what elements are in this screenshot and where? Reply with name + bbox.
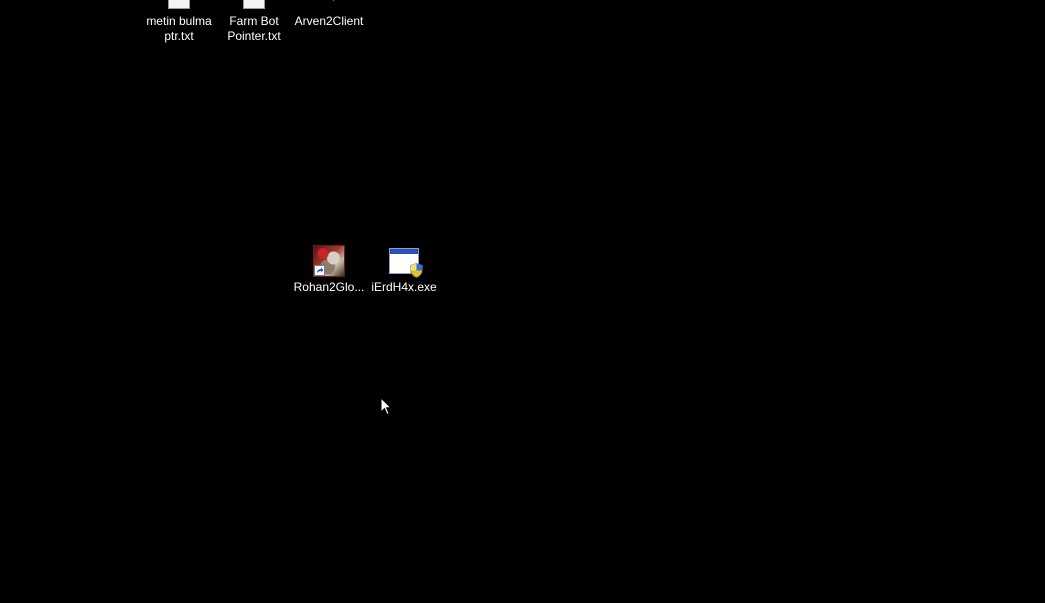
exe-shield-icon [387, 244, 423, 278]
desktop-icon-rohan2global[interactable]: Rohan2Glo... [291, 244, 367, 295]
desktop-icon-label: iErdH4x.exe [371, 280, 437, 294]
desktop-icon-ierdh4x-exe[interactable]: iErdH4x.exe [366, 244, 442, 295]
desktop-icon-metin-bulma-ptr[interactable]: metin bulma ptr.txt [141, 0, 217, 44]
game-shortcut-icon [312, 244, 346, 278]
desktop-icon-arven2client[interactable]: Arven2Client [291, 0, 367, 29]
shortcut-arrow-icon [314, 265, 325, 276]
text-file-icon [162, 0, 196, 12]
mouse-pointer-icon [380, 397, 392, 416]
game-client-icon [312, 0, 346, 12]
desktop-icon-label: metin bulma ptr.txt [146, 14, 212, 43]
desktop-icon-label: Arven2Client [294, 14, 364, 28]
desktop[interactable]: metin bulma ptr.txt Farm Bot Pointer.txt… [0, 0, 1045, 603]
desktop-icon-label: Rohan2Glo... [293, 280, 365, 294]
desktop-icon-label: Farm Bot Pointer.txt [227, 14, 281, 43]
text-file-icon [237, 0, 271, 12]
desktop-icon-farm-bot-pointer[interactable]: Farm Bot Pointer.txt [216, 0, 292, 44]
